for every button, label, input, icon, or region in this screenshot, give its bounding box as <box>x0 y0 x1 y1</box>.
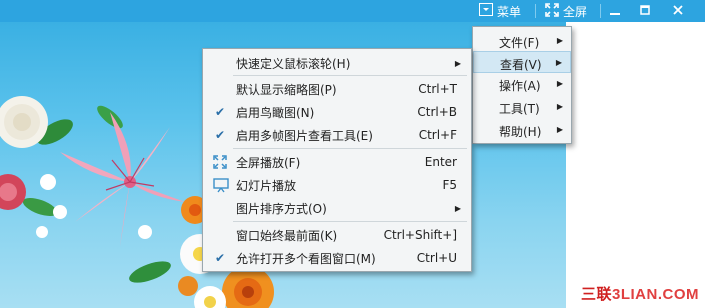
toolbar-divider <box>600 4 601 18</box>
close-icon <box>672 4 684 19</box>
menu-shortcut: Ctrl+Shift+] <box>383 228 457 242</box>
view-item-slideshow[interactable]: 幻灯片播放 F5 <box>203 174 471 196</box>
slideshow-icon <box>213 178 229 196</box>
watermark-text-en: 3LIAN.COM <box>612 286 699 303</box>
menu-item-help[interactable]: 帮助(H) ▶ <box>473 119 571 141</box>
restore-button[interactable] <box>639 0 655 22</box>
submenu-arrow-icon: ▶ <box>556 79 563 88</box>
menu-shortcut: Ctrl+B <box>417 105 457 119</box>
menu-item-view[interactable]: 查看(V) ▶ <box>473 51 571 73</box>
menu-item-file[interactable]: 文件(F) ▶ <box>473 30 571 52</box>
toolbar-divider <box>535 4 536 18</box>
menu-shortcut: Ctrl+F <box>418 128 457 142</box>
menu-button[interactable]: 菜单 <box>479 0 521 22</box>
menu-item-label: 工具(T) <box>499 102 540 116</box>
submenu-arrow-icon: ▶ <box>454 203 461 213</box>
view-item-default-thumbnails[interactable]: 默认显示缩略图(P) Ctrl+T <box>203 78 471 100</box>
menu-shortcut: F5 <box>442 178 457 192</box>
menu-item-label: 文件(F) <box>499 36 540 50</box>
menu-item-label: 操作(A) <box>499 79 541 93</box>
menu-divider <box>233 221 467 222</box>
watermark-text-cn: 三联 <box>580 286 612 303</box>
menu-item-label: 图片排序方式(O) <box>236 201 327 216</box>
menu-item-label: 默认显示缩略图(P) <box>236 82 337 97</box>
view-item-fullscreen[interactable]: 全屏播放(F) Enter <box>203 151 471 173</box>
restore-icon <box>639 4 651 19</box>
view-item-mouse-wheel[interactable]: 快速定义鼠标滚轮(H) ▶ <box>203 52 471 74</box>
view-submenu: 快速定义鼠标滚轮(H) ▶ 默认显示缩略图(P) Ctrl+T ✔ 启用鸟瞰图(… <box>202 48 472 272</box>
menu-item-label: 允许打开多个看图窗口(M) <box>236 251 376 266</box>
view-item-always-on-top[interactable]: 窗口始终最前面(K) Ctrl+Shift+] <box>203 224 471 246</box>
view-item-sort-order[interactable]: 图片排序方式(O) ▶ <box>203 197 471 219</box>
right-blank-pane <box>566 22 705 308</box>
fullscreen-icon <box>213 155 227 172</box>
view-item-multiple-windows[interactable]: ✔ 允许打开多个看图窗口(M) Ctrl+U <box>203 247 471 269</box>
menu-divider <box>233 75 467 76</box>
minimize-button[interactable] <box>609 0 625 22</box>
submenu-arrow-icon: ▶ <box>556 125 563 134</box>
menu-shortcut: Ctrl+T <box>418 82 457 96</box>
menu-item-label: 启用多帧图片查看工具(E) <box>236 128 373 143</box>
menu-item-label: 窗口始终最前面(K) <box>236 228 338 243</box>
checkmark-icon: ✔ <box>215 105 226 119</box>
view-item-multiframe[interactable]: ✔ 启用多帧图片查看工具(E) Ctrl+F <box>203 124 471 146</box>
submenu-arrow-icon: ▶ <box>555 58 562 67</box>
menu-shortcut: Ctrl+U <box>416 251 457 265</box>
menu-item-label: 幻灯片播放 <box>236 178 297 193</box>
watermark-logo: 三联3LIAN.COM <box>581 283 699 304</box>
menu-item-label: 快速定义鼠标滚轮(H) <box>236 56 351 71</box>
checkmark-icon: ✔ <box>215 128 226 142</box>
minimize-icon <box>609 4 621 19</box>
main-menu: 文件(F) ▶ 查看(V) ▶ 操作(A) ▶ 工具(T) ▶ 帮助(H) ▶ <box>472 26 572 144</box>
menu-button-label: 菜单 <box>497 4 522 19</box>
menu-item-label: 查看(V) <box>500 58 542 72</box>
menu-divider <box>233 148 467 149</box>
menu-icon <box>479 3 493 19</box>
menu-item-action[interactable]: 操作(A) ▶ <box>473 73 571 95</box>
fullscreen-button[interactable]: 全屏 <box>545 0 587 22</box>
title-toolbar: 菜单 全屏 <box>0 0 705 22</box>
menu-shortcut: Enter <box>424 155 457 169</box>
menu-item-label: 全屏播放(F) <box>236 155 301 170</box>
fullscreen-icon <box>545 2 559 20</box>
menu-item-tools[interactable]: 工具(T) ▶ <box>473 96 571 118</box>
close-button[interactable] <box>672 0 688 22</box>
submenu-arrow-icon: ▶ <box>556 36 563 45</box>
fullscreen-button-label: 全屏 <box>563 4 588 19</box>
view-item-birdseye[interactable]: ✔ 启用鸟瞰图(N) Ctrl+B <box>203 101 471 123</box>
submenu-arrow-icon: ▶ <box>454 58 461 68</box>
menu-item-label: 帮助(H) <box>499 125 542 139</box>
checkmark-icon: ✔ <box>215 251 226 265</box>
menu-item-label: 启用鸟瞰图(N) <box>236 105 315 120</box>
submenu-arrow-icon: ▶ <box>556 102 563 111</box>
